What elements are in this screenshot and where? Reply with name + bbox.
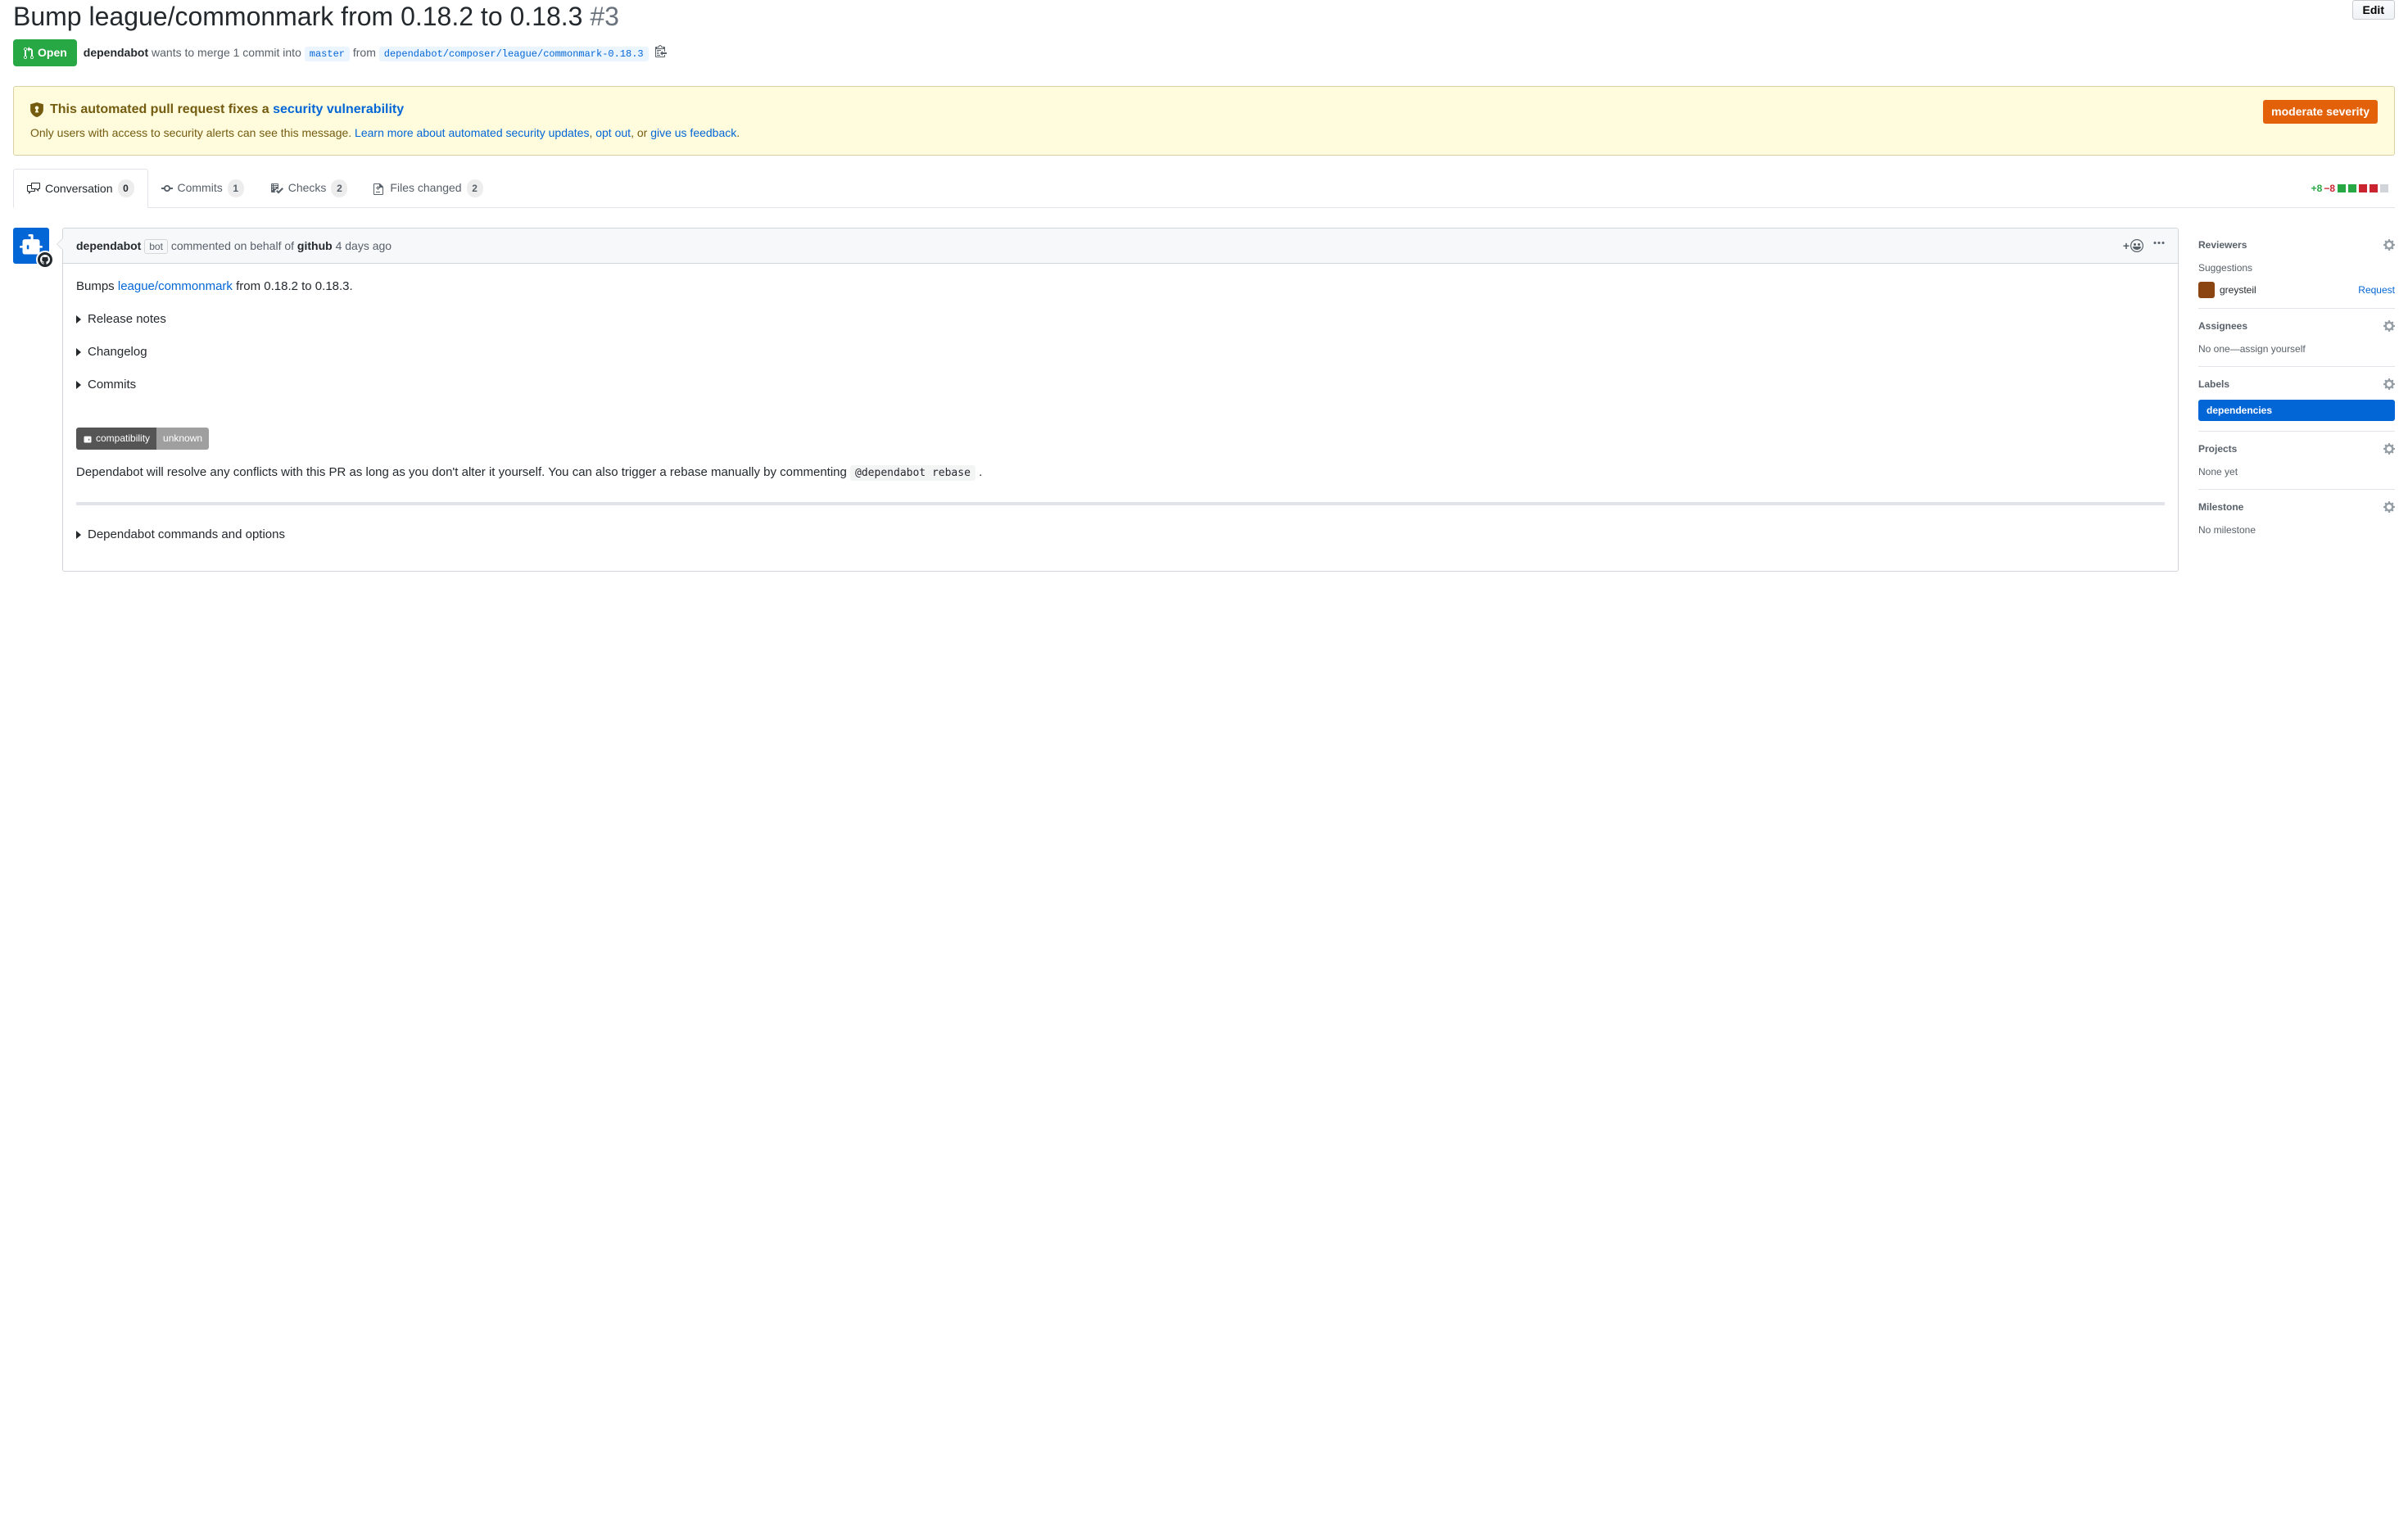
caret-icon: [76, 315, 81, 324]
checks-count: 2: [331, 179, 347, 197]
suggested-reviewer[interactable]: greysteil: [2198, 282, 2256, 298]
deletions: −8: [2324, 181, 2335, 196]
details-commands[interactable]: Dependabot commands and options: [76, 525, 2165, 545]
file-diff-icon: [373, 182, 385, 195]
tabnav: Conversation 0 Commits 1 Checks 2 Files …: [13, 169, 2395, 208]
alert-title: This automated pull request fixes a secu…: [50, 100, 404, 120]
sidebar: Reviewers Suggestions greysteil Request …: [2198, 228, 2395, 572]
sidebar-milestone-header[interactable]: Milestone: [2198, 500, 2395, 514]
git-pull-request-icon: [23, 47, 34, 60]
details-commits[interactable]: Commits: [76, 375, 2165, 395]
security-alert: This automated pull request fixes a secu…: [13, 86, 2395, 156]
diff-block: [2370, 184, 2378, 192]
conversation-count: 0: [118, 179, 134, 197]
caret-icon: [76, 531, 81, 539]
avatar[interactable]: [13, 228, 49, 264]
details-changelog[interactable]: Changelog: [76, 342, 2165, 362]
gear-icon: [2383, 319, 2395, 333]
comment-box: dependabot bot commented on behalf of gi…: [62, 228, 2179, 572]
files-count: 2: [467, 179, 483, 197]
clipboard-icon[interactable]: [655, 44, 667, 62]
feedback-link[interactable]: give us feedback: [650, 126, 736, 139]
kebab-menu-button[interactable]: [2153, 237, 2165, 255]
checklist-icon: [270, 182, 283, 195]
bot-label: bot: [144, 239, 168, 254]
pr-number: #3: [590, 2, 619, 31]
caret-icon: [76, 381, 81, 389]
state-badge-open: Open: [13, 39, 77, 66]
vulnerability-link[interactable]: security vulnerability: [273, 102, 404, 116]
divider: [76, 502, 2165, 505]
github-badge-icon: [36, 251, 54, 269]
sidebar-labels-header[interactable]: Labels: [2198, 377, 2395, 392]
comment-discussion-icon: [27, 182, 40, 195]
learn-more-link[interactable]: Learn more about automated security upda…: [355, 126, 589, 139]
sidebar-projects-header[interactable]: Projects: [2198, 441, 2395, 456]
tab-commits[interactable]: Commits 1: [148, 169, 257, 207]
edit-button[interactable]: Edit: [2352, 0, 2395, 20]
projects-none: None yet: [2198, 464, 2395, 479]
dependabot-small-icon: [83, 434, 93, 444]
suggestions-label: Suggestions: [2198, 260, 2395, 275]
sidebar-assignees-header[interactable]: Assignees: [2198, 319, 2395, 333]
pr-title: Bump league/commonmark from 0.18.2 to 0.…: [13, 0, 2352, 33]
tab-conversation[interactable]: Conversation 0: [13, 169, 148, 208]
assign-yourself[interactable]: No one—assign yourself: [2198, 342, 2395, 356]
severity-badge: moderate severity: [2263, 100, 2378, 124]
tab-files-changed[interactable]: Files changed 2: [360, 169, 496, 207]
additions: +8: [2311, 181, 2323, 196]
diff-block: [2380, 184, 2388, 192]
diffstat[interactable]: +8 −8: [2311, 181, 2395, 196]
caret-icon: [76, 348, 81, 356]
opt-out-link[interactable]: opt out: [595, 126, 631, 139]
resolve-text: Dependabot will resolve any conflicts wi…: [76, 463, 2165, 482]
gear-icon: [2383, 442, 2395, 455]
diff-block: [2338, 184, 2346, 192]
alert-subtext: Only users with access to security alert…: [30, 124, 2263, 142]
gear-icon: [2383, 500, 2395, 514]
compatibility-badge[interactable]: compatibility unknown: [76, 428, 209, 450]
commits-count: 1: [228, 179, 244, 197]
head-branch[interactable]: dependabot/composer/league/commonmark-0.…: [379, 47, 649, 61]
label-dependencies[interactable]: dependencies: [2198, 400, 2395, 421]
smiley-icon: [2130, 239, 2143, 252]
add-reaction-button[interactable]: +: [2123, 238, 2143, 255]
merge-description: dependabot wants to merge 1 commit into …: [84, 44, 649, 61]
gear-icon: [2383, 378, 2395, 391]
kebab-icon: [2153, 237, 2165, 250]
diff-block: [2348, 184, 2356, 192]
details-release-notes[interactable]: Release notes: [76, 310, 2165, 329]
milestone-none: No milestone: [2198, 523, 2395, 537]
comment-meta: dependabot bot commented on behalf of gi…: [76, 238, 392, 255]
shield-icon: [30, 102, 43, 117]
rebase-command: @dependabot rebase: [850, 465, 975, 481]
gear-icon: [2383, 238, 2395, 251]
base-branch[interactable]: master: [305, 47, 350, 61]
tab-checks[interactable]: Checks 2: [257, 169, 361, 207]
sidebar-reviewers-header[interactable]: Reviewers: [2198, 238, 2395, 252]
diff-block: [2359, 184, 2367, 192]
package-link[interactable]: league/commonmark: [118, 279, 233, 293]
git-commit-icon: [161, 182, 173, 195]
comment-intro: Bumps league/commonmark from 0.18.2 to 0…: [76, 277, 2165, 296]
request-review-link[interactable]: Request: [2358, 283, 2395, 297]
user-avatar: [2198, 282, 2215, 298]
pr-header: Bump league/commonmark from 0.18.2 to 0.…: [13, 0, 2395, 86]
